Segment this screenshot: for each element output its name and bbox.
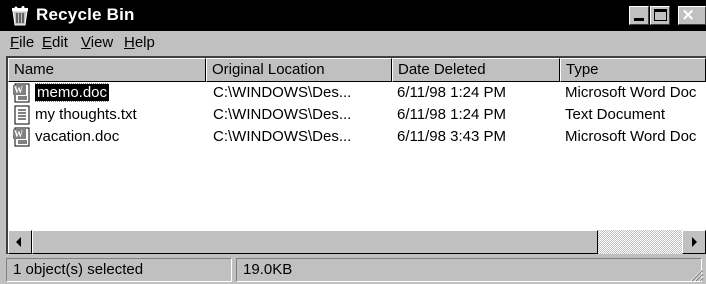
word-document-icon: W (13, 83, 30, 103)
scrollbar-thumb[interactable] (32, 230, 598, 254)
file-type: Microsoft Word Doc (565, 128, 697, 145)
file-name: vacation.doc (35, 128, 120, 145)
status-size: 19.0KB (236, 258, 702, 282)
column-date-deleted[interactable]: Date Deleted (392, 58, 560, 82)
text-document-icon (14, 105, 30, 125)
arrow-left-icon (16, 237, 21, 247)
word-document-icon: W (13, 127, 30, 147)
file-name: memo.doc (35, 83, 110, 102)
file-type: Text Document (565, 106, 666, 123)
close-icon: × (681, 5, 696, 25)
menu-bar: File Edit View Help (0, 31, 706, 56)
list-item[interactable]: my thoughts.txt C:\WINDOWS\Des... 6/11/9… (8, 104, 706, 126)
file-date-deleted: 6/11/98 1:24 PM (397, 84, 506, 101)
window-title: Recycle Bin (36, 5, 135, 24)
list-item[interactable]: W vacation.doc C:\WINDOWS\Des... 6/11/98… (8, 126, 706, 148)
close-button[interactable]: × (678, 6, 706, 25)
maximize-button[interactable] (650, 6, 670, 25)
minimize-button[interactable] (629, 6, 649, 25)
file-original-location: C:\WINDOWS\Des... (213, 84, 352, 101)
file-date-deleted: 6/11/98 3:43 PM (397, 128, 506, 145)
status-bar: 1 object(s) selected 19.0KB (0, 254, 706, 284)
column-original-location[interactable]: Original Location (206, 58, 392, 82)
menu-view[interactable]: View (81, 34, 113, 51)
file-name: my thoughts.txt (35, 106, 137, 123)
column-name[interactable]: Name (8, 58, 206, 82)
scroll-right-button[interactable] (682, 230, 706, 254)
column-header: Name Original Location Date Deleted Type (8, 58, 706, 82)
column-type[interactable]: Type (560, 58, 706, 82)
scroll-left-button[interactable] (8, 230, 32, 254)
list-item[interactable]: W memo.doc C:\WINDOWS\Des... 6/11/98 1:2… (8, 82, 706, 104)
menu-file[interactable]: File (10, 34, 34, 51)
menu-help[interactable]: Help (124, 34, 155, 51)
minimize-icon (634, 18, 644, 21)
recycle-bin-icon (12, 6, 28, 26)
file-list-view[interactable]: Name Original Location Date Deleted Type… (6, 56, 706, 254)
status-selection: 1 object(s) selected (6, 258, 232, 282)
horizontal-scrollbar[interactable] (8, 230, 706, 254)
resize-grip-icon[interactable] (688, 266, 704, 282)
file-type: Microsoft Word Doc (565, 84, 697, 101)
file-original-location: C:\WINDOWS\Des... (213, 128, 352, 145)
file-date-deleted: 6/11/98 1:24 PM (397, 106, 506, 123)
maximize-icon (654, 9, 667, 21)
svg-text:W: W (14, 85, 23, 95)
svg-text:W: W (14, 129, 23, 139)
title-bar[interactable]: Recycle Bin × (0, 0, 706, 31)
file-original-location: C:\WINDOWS\Des... (213, 106, 352, 123)
menu-edit[interactable]: Edit (42, 34, 68, 51)
arrow-right-icon (692, 237, 697, 247)
